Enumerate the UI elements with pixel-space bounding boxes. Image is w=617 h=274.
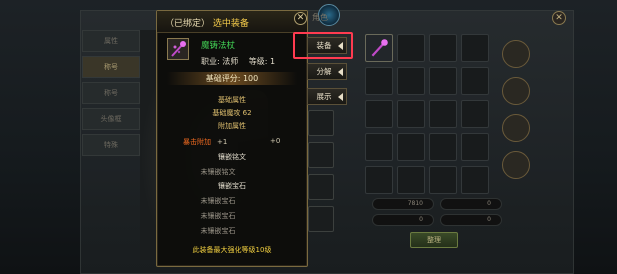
bag-category-button[interactable] [502,77,530,105]
decompose-label: 分解 [316,67,332,76]
tab-avatar-frame[interactable]: 头像框 [82,108,140,130]
side-tabs: 属性 称号 称号 头像框 特殊 [82,30,140,160]
game-screen: 角色 ✕ 属性 称号 称号 头像框 特殊 7810 0 0 0 整理 （已绑定）… [0,0,617,274]
bag-slot[interactable] [429,67,457,95]
resource-gem: 0 [372,214,434,226]
equip-slot[interactable] [308,110,334,136]
show-button[interactable]: 展示 [307,88,347,105]
item-job: 职业: 法师 [201,57,239,66]
bag-side-buttons [502,40,542,188]
crit-value: +1 [217,138,228,146]
bag-slot[interactable] [429,166,457,194]
bag-slot[interactable] [365,100,393,128]
bag-slot[interactable] [397,133,425,161]
bag-category-button[interactable] [502,114,530,142]
sort-bag-button[interactable]: 整理 [410,232,458,248]
max-enhance-note: 此装备最大强化等级10级 [192,246,272,254]
item-meta: 职业: 法师 等级: 1 [201,56,275,67]
bound-status: （已绑定） [165,19,211,29]
show-label: 展示 [316,92,332,101]
tab-attributes[interactable]: 属性 [82,30,140,52]
equipment-slots [308,110,338,238]
bag-slot[interactable] [429,34,457,62]
arrow-left-icon [338,93,343,101]
bag-slot[interactable] [461,67,489,95]
staff-icon [371,39,388,57]
bag-slot[interactable] [461,166,489,194]
bag-slot[interactable] [397,166,425,194]
bag-category-button[interactable] [502,40,530,68]
bag-slot[interactable] [365,166,393,194]
tab-title-1[interactable]: 称号 [82,56,140,78]
extra-attr-header: 附加属性 [218,122,246,130]
decompose-button[interactable]: 分解 [307,63,347,80]
bag-slot-staff[interactable] [365,34,393,62]
base-attr-header: 基础属性 [218,96,246,104]
bag-slot[interactable] [397,100,425,128]
close-icon[interactable]: ✕ [294,12,307,25]
bag-category-button[interactable] [502,151,530,179]
tab-special[interactable]: 特殊 [82,134,140,156]
tooltip-title: （已绑定） 选中装备 [165,16,249,29]
bag-slot[interactable] [397,34,425,62]
resource-crystal: 0 [440,214,502,226]
window-title: 角色 [312,13,328,22]
crit-bonus: 暴击附加 +1 [183,137,227,147]
arrow-left-icon [338,68,343,76]
bag-slot[interactable] [429,133,457,161]
equip-slot[interactable] [308,174,334,200]
equip-button-highlight [293,32,353,59]
bag-slot[interactable] [365,133,393,161]
tab-title-2[interactable]: 称号 [82,82,140,104]
resource-silver: 0 [440,198,502,210]
crit-extra: +0 [270,137,281,145]
gem-slot-empty: 未镶嵌宝石 [200,227,236,235]
window-close-button[interactable]: ✕ [552,11,566,25]
inlay-rune-empty: 未镶嵌铭文 [200,168,236,176]
bag-slot[interactable] [365,67,393,95]
bag-slot[interactable] [461,34,489,62]
base-attack: 基础魔攻 62 [212,109,252,117]
inlay-gem-header: 镶嵌宝石 [218,182,246,190]
inlay-rune-header: 镶嵌铭文 [218,153,246,161]
item-tooltip: （已绑定） 选中装备 ✕ 魔铸法杖 职业: 法师 等级: 1 基础评分: 100… [156,10,308,267]
resource-gold: 7810 [372,198,434,210]
selected-equip-label: 选中装备 [212,19,249,29]
staff-icon [167,38,189,60]
tooltip-header: （已绑定） 选中装备 ✕ [157,11,307,33]
item-name: 魔铸法杖 [201,41,236,51]
item-level: 等级: 1 [248,57,276,66]
bag-slot[interactable] [429,100,457,128]
equip-slot[interactable] [308,206,334,232]
base-score: 基础评分: 100 [205,74,259,83]
bag-slot[interactable] [397,67,425,95]
gem-slot-empty: 未镶嵌宝石 [200,197,236,205]
score-bar: 基础评分: 100 [167,72,297,85]
crit-label: 暴击附加 [183,138,211,146]
bag-slot[interactable] [461,100,489,128]
equip-slot[interactable] [308,142,334,168]
bag-slot[interactable] [461,133,489,161]
gem-slot-empty: 未镶嵌宝石 [200,212,236,220]
